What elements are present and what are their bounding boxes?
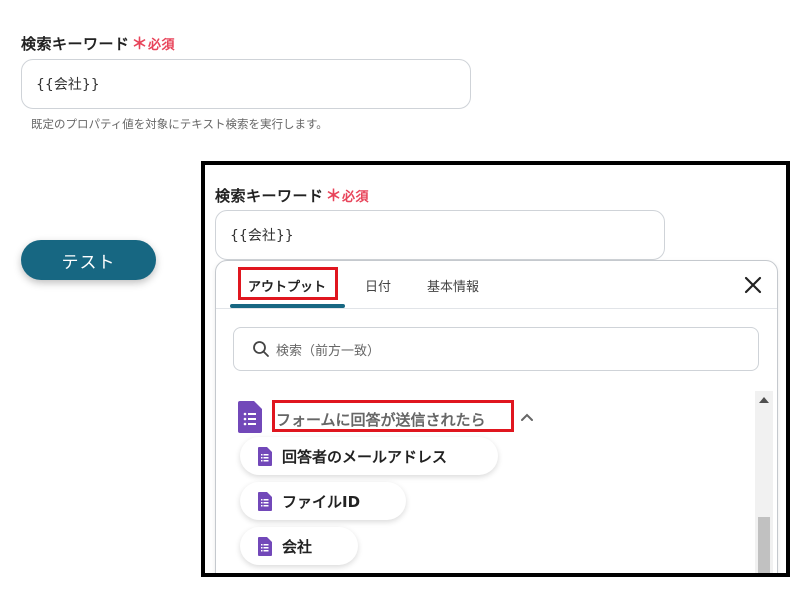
zoom-required-star: ＊ [325, 186, 343, 205]
zoom-required-indicator: ＊必須 [326, 186, 370, 205]
required-star: ＊ [131, 34, 149, 53]
output-item-label: 会社 [282, 537, 313, 556]
output-picker-panel: アウトプット 日付 基本情報 検索（前方一致） フォームに回答が送信されたら 回… [215, 260, 778, 573]
tab-date[interactable]: 日付 [365, 276, 391, 295]
google-forms-icon [258, 491, 272, 511]
scroll-up-arrow[interactable] [759, 397, 769, 403]
google-forms-icon [238, 401, 262, 433]
helper-text: 既定のプロパティ値を対象にテキスト検索を実行します。 [31, 117, 328, 131]
output-item-label: 回答者のメールアドレス [282, 447, 448, 466]
output-item[interactable]: ファイルID [240, 482, 406, 520]
required-text: 必須 [148, 38, 176, 53]
zoom-keyword-field-label: 検索キーワード ＊必須 [215, 182, 369, 206]
required-indicator: ＊必須 [132, 34, 176, 53]
active-tab-indicator [230, 304, 345, 308]
scrollbar-thumb[interactable] [758, 517, 770, 573]
test-button[interactable]: テスト [21, 240, 156, 280]
tab-bar: アウトプット 日付 基本情報 [216, 261, 777, 309]
zoom-keyword-input-value: {{会社}} [230, 228, 294, 244]
zoom-callout: 検索キーワード ＊必須 {{会社}} アウトプット 日付 基本情報 検索（前方一致… [201, 161, 790, 577]
chevron-up-icon[interactable] [521, 412, 533, 422]
tab-basic-info[interactable]: 基本情報 [427, 276, 479, 295]
zoom-keyword-input[interactable]: {{会社}} [215, 210, 665, 260]
highlight-box-output-tab [238, 267, 338, 300]
scrollbar[interactable] [755, 391, 773, 573]
output-item-label: ファイルID [282, 492, 361, 511]
search-icon [253, 341, 269, 357]
output-item[interactable]: 回答者のメールアドレス [240, 437, 498, 475]
close-icon[interactable] [743, 275, 763, 295]
google-forms-icon [258, 446, 272, 466]
keyword-input-value: {{会社}} [36, 77, 100, 93]
google-forms-icon [258, 536, 272, 556]
search-placeholder: 検索（前方一致） [276, 343, 381, 359]
keyword-input[interactable]: {{会社}} [21, 59, 471, 109]
keyword-label-text: 検索キーワード [21, 35, 130, 53]
keyword-field-label: 検索キーワード ＊必須 [21, 30, 175, 54]
search-input[interactable]: 検索（前方一致） [233, 327, 759, 371]
zoom-keyword-label-text: 検索キーワード [215, 187, 324, 205]
output-item[interactable]: 会社 [240, 527, 358, 565]
zoom-required-text: 必須 [342, 190, 370, 205]
highlight-box-group-title [272, 400, 514, 432]
